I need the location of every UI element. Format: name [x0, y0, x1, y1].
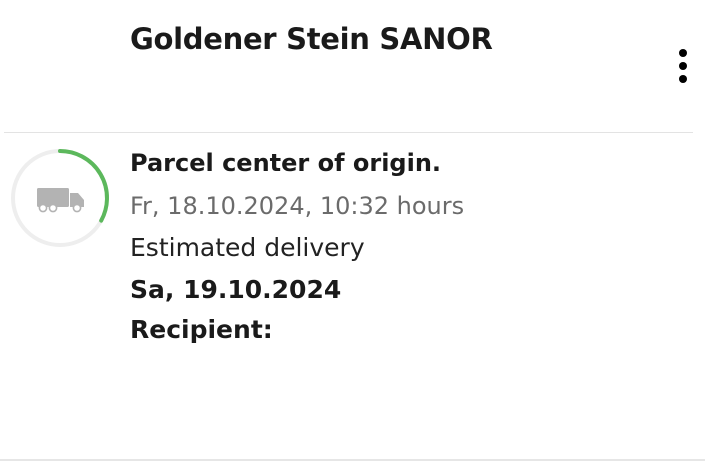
menu-dot	[679, 49, 687, 57]
header-divider	[4, 132, 693, 133]
recipient-label: Recipient:	[130, 315, 273, 344]
card-bottom-divider	[0, 459, 705, 461]
delivery-truck-icon	[37, 188, 84, 213]
menu-dot	[679, 75, 687, 83]
more-vertical-icon	[679, 49, 687, 83]
status-timestamp: Fr, 18.10.2024, 10:32 hours	[130, 192, 465, 220]
estimated-delivery-label: Estimated delivery	[130, 233, 365, 262]
status-title: Parcel center of origin.	[130, 149, 442, 177]
progress-ring	[11, 149, 109, 247]
shipment-title: Goldener Stein SANOR	[130, 22, 493, 56]
menu-dot	[679, 62, 687, 70]
progress-ring-fill	[58, 149, 109, 223]
more-options-button[interactable]	[668, 44, 698, 88]
estimated-delivery-date: Sa, 19.10.2024	[130, 275, 342, 304]
